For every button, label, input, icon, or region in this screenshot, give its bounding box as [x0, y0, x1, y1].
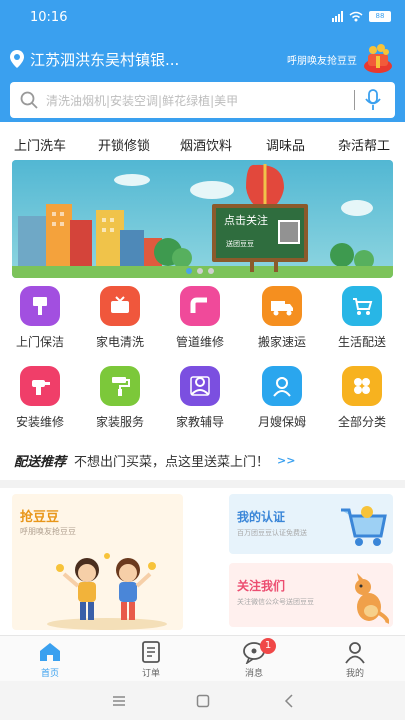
- service-delivery[interactable]: 生活配送: [322, 286, 402, 350]
- banner-sign-line2: 送团豆豆: [226, 239, 254, 248]
- search-input[interactable]: 清洗油烟机|安装空调|鲜花绿植|美甲: [46, 92, 354, 109]
- home-icon: [40, 643, 60, 661]
- battery-icon: 88: [369, 11, 391, 22]
- service-tutoring[interactable]: 家教辅导: [160, 366, 240, 430]
- gift-bag-icon[interactable]: [361, 42, 395, 74]
- my-certification-card[interactable]: 我的认证 百万团豆豆认证免费送: [229, 494, 393, 554]
- section-divider: [0, 480, 405, 488]
- service-label: 家电清洗: [95, 335, 144, 349]
- kangaroo-icon: [355, 573, 389, 624]
- service-nanny[interactable]: 月嫂保姆: [242, 366, 322, 430]
- tab-odd-jobs[interactable]: 杂活帮工: [338, 135, 390, 154]
- location-text: 江苏泗洪东吴村镇银...: [30, 50, 180, 69]
- service-all-categories[interactable]: 全部分类: [322, 366, 402, 430]
- truck-icon: [262, 286, 302, 326]
- card-subtitle: 呼朋唤友抢豆豆: [20, 527, 76, 536]
- nav-orders[interactable]: 订单: [121, 640, 181, 679]
- signal-icon: [332, 11, 343, 22]
- promo-text[interactable]: 呼朋唤友抢豆豆: [287, 52, 357, 67]
- pager-dot: [208, 268, 214, 274]
- pager-dot: [197, 268, 203, 274]
- cart-icon: [342, 286, 382, 326]
- kids-illustration: [47, 553, 167, 630]
- grid-icon: [342, 366, 382, 406]
- follow-us-card[interactable]: 关注我们 关注微信公众号送团豆豆: [229, 563, 393, 627]
- order-icon: [142, 641, 160, 663]
- nav-label: 我的: [345, 669, 364, 679]
- delivery-recommend[interactable]: 配送推荐 不想出门买菜，点这里送菜上门！ >>: [14, 450, 394, 470]
- nav-messages[interactable]: 1 消息: [224, 638, 284, 679]
- tab-car-wash[interactable]: 上门洗车: [14, 135, 66, 154]
- card-subtitle: 百万团豆豆认证免费送: [237, 529, 307, 537]
- location-selector[interactable]: 江苏泗洪东吴村镇银...: [10, 47, 270, 71]
- card-subtitle: 关注微信公众号送团豆豆: [237, 598, 314, 606]
- service-installation[interactable]: 安装维修: [0, 366, 80, 430]
- service-cleaning[interactable]: 上门保洁: [0, 286, 80, 350]
- cart-illustration-icon: [341, 506, 387, 546]
- cleaning-icon: [20, 286, 60, 326]
- drill-icon: [20, 366, 60, 406]
- header: 10:16 88 江苏泗洪东吴村镇银... 呼朋唤友抢豆豆 清洗油烟机|安装空调…: [0, 0, 405, 122]
- search-bar[interactable]: 清洗油烟机|安装空调|鲜花绿植|美甲: [10, 82, 395, 118]
- service-label: 安装维修: [15, 415, 64, 429]
- service-appliance-cleaning[interactable]: 家电清洗: [80, 286, 160, 350]
- system-nav-bar: [0, 681, 405, 720]
- bottom-nav: 首页 订单 1 消息 我的: [0, 635, 405, 681]
- menu-key-icon[interactable]: [110, 692, 128, 710]
- banner-illustration: 点击关注 送团豆豆: [12, 160, 393, 278]
- service-label: 全部分类: [337, 415, 386, 429]
- service-label: 月嫂保姆: [257, 415, 306, 429]
- tab-seasoning[interactable]: 调味品: [266, 135, 305, 154]
- tutor-icon: [180, 366, 220, 406]
- grab-beans-card[interactable]: 抢豆豆 呼朋唤友抢豆豆: [12, 494, 183, 630]
- banner-sign-line1: 点击关注: [224, 213, 268, 227]
- pipe-icon: [180, 286, 220, 326]
- message-badge: 1: [260, 638, 276, 654]
- service-label: 家装服务: [95, 415, 144, 429]
- nav-home[interactable]: 首页: [20, 640, 80, 679]
- location-pin-icon: [10, 50, 24, 68]
- category-tabs: 上门洗车 开锁修锁 烟酒饮料 调味品 杂活帮工: [0, 126, 405, 160]
- recommend-title: 配送推荐: [14, 454, 67, 470]
- pager-dot: [186, 268, 192, 274]
- recommend-more[interactable]: >>: [277, 454, 295, 467]
- service-home-decor[interactable]: 家装服务: [80, 366, 160, 430]
- service-pipe-repair[interactable]: 管道维修: [160, 286, 240, 350]
- service-label: 生活配送: [337, 335, 386, 349]
- card-title: 我的认证: [237, 510, 286, 524]
- back-key-icon[interactable]: [280, 692, 298, 710]
- nanny-icon: [262, 366, 302, 406]
- service-label: 上门保洁: [15, 335, 64, 349]
- wifi-icon: [349, 11, 363, 22]
- paint-roller-icon: [100, 366, 140, 406]
- card-title: 关注我们: [237, 579, 286, 593]
- banner-pager: [186, 268, 214, 274]
- nav-label: 首页: [40, 669, 59, 679]
- status-icons: 88: [332, 11, 391, 22]
- search-icon: [20, 91, 38, 109]
- microphone-icon[interactable]: [365, 89, 381, 111]
- service-label: 家教辅导: [175, 415, 224, 429]
- promo-banner[interactable]: 点击关注 送团豆豆: [12, 160, 393, 278]
- profile-icon: [345, 642, 365, 664]
- service-label: 搬家速运: [257, 335, 306, 349]
- home-key-icon[interactable]: [194, 692, 212, 710]
- service-label: 管道维修: [175, 335, 224, 349]
- status-time: 10:16: [30, 10, 68, 25]
- search-divider: [354, 90, 355, 110]
- tab-tobacco-drinks[interactable]: 烟酒饮料: [180, 135, 232, 154]
- card-title: 抢豆豆: [20, 510, 60, 525]
- tab-lock-repair[interactable]: 开锁修锁: [98, 135, 150, 154]
- service-moving[interactable]: 搬家速运: [242, 286, 322, 350]
- recommend-desc: 不想出门买菜，点这里送菜上门！: [74, 454, 270, 470]
- nav-profile[interactable]: 我的: [325, 640, 385, 679]
- nav-label: 消息: [244, 669, 263, 679]
- status-bar: 10:16 88: [0, 0, 405, 36]
- tv-icon: [100, 286, 140, 326]
- nav-label: 订单: [141, 669, 160, 679]
